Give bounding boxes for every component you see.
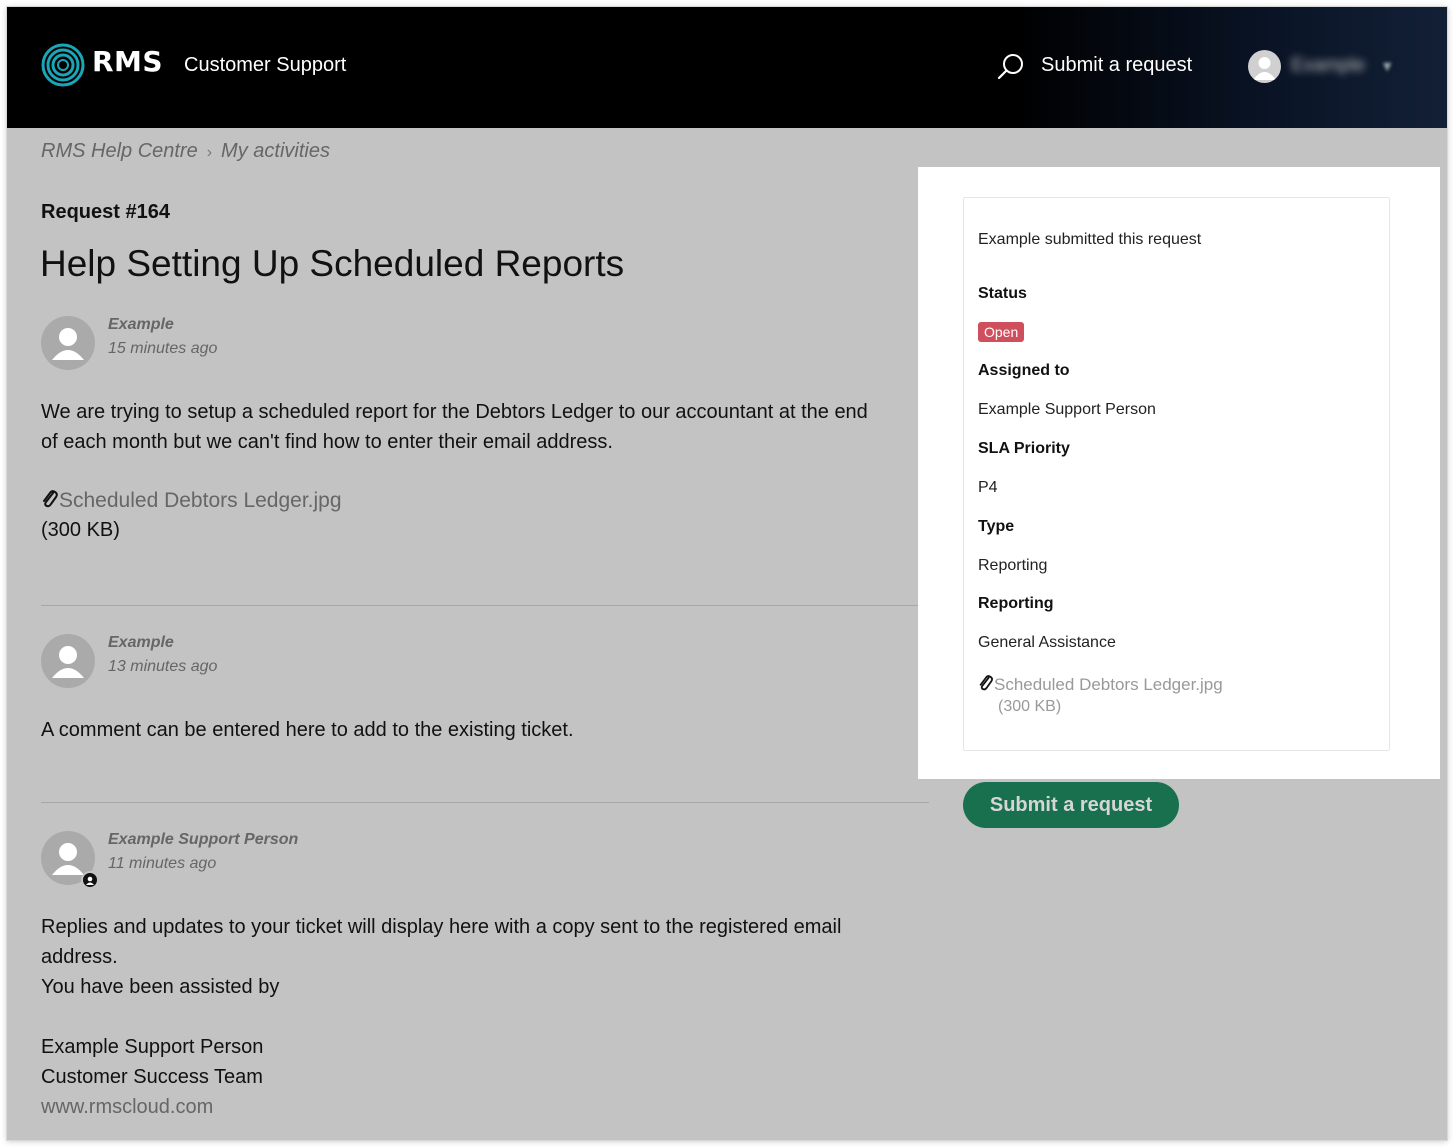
avatar — [41, 316, 95, 370]
comment-line: You have been assisted by — [41, 976, 280, 998]
site-header: RMS Customer Support Submit a request Ex… — [7, 7, 1447, 128]
attachment-size: (300 KB) — [41, 519, 120, 541]
avatar — [41, 634, 95, 688]
comment-line: of each month but we can't find how to e… — [41, 431, 613, 453]
agent-badge-icon — [81, 871, 99, 889]
page-frame: RMS Customer Support Submit a request Ex… — [7, 7, 1447, 1140]
comment-body: Replies and updates to your ticket will … — [41, 912, 941, 1122]
logo-text[interactable]: RMS — [92, 45, 163, 78]
sla-priority-value: P4 — [978, 479, 998, 496]
comment-time: 13 minutes ago — [108, 658, 218, 675]
breadcrumb: RMS Help Centre › My activities — [41, 140, 330, 163]
comment-body: A comment can be entered here to add to … — [41, 715, 941, 745]
comment-line: address. — [41, 946, 118, 968]
reporting-label: Reporting — [978, 595, 1054, 612]
comment-time: 11 minutes ago — [108, 855, 217, 872]
comment-line: Replies and updates to your ticket will … — [41, 916, 842, 938]
comment-item: Example Support Person 11 minutes ago Re… — [41, 831, 929, 1131]
chevron-down-icon[interactable]: ▼ — [1383, 60, 1391, 73]
site-subtitle[interactable]: Customer Support — [184, 54, 346, 77]
page-title: Help Setting Up Scheduled Reports — [40, 243, 625, 284]
comment-line-blank — [41, 1002, 941, 1032]
website-link[interactable]: www.rmscloud.com — [41, 1092, 941, 1122]
type-label: Type — [978, 518, 1015, 535]
nav-submit-request-link[interactable]: Submit a request — [1041, 54, 1192, 77]
status-badge: Open — [978, 322, 1025, 342]
request-details-panel: Example submitted this request Status Op… — [918, 167, 1440, 779]
rms-logo-icon[interactable] — [41, 43, 85, 87]
sidebar-attachment-name[interactable]: Scheduled Debtors Ledger.jpg — [994, 675, 1223, 694]
reporting-value: General Assistance — [978, 634, 1116, 651]
attachment-link[interactable]: Scheduled Debtors Ledger.jpg — [41, 489, 342, 513]
request-number: Request #164 — [41, 201, 170, 223]
user-avatar-icon[interactable] — [1248, 50, 1281, 83]
search-icon[interactable] — [997, 53, 1025, 81]
user-menu-name[interactable]: Example — [1291, 55, 1365, 77]
status-label: Status — [978, 285, 1027, 302]
attachment-name[interactable]: Scheduled Debtors Ledger.jpg — [59, 489, 342, 512]
comment-divider — [41, 802, 929, 803]
comment-line: Customer Success Team — [41, 1066, 263, 1088]
comment-divider — [41, 605, 929, 606]
paperclip-icon — [979, 675, 993, 691]
sidebar-attachment-link[interactable]: Scheduled Debtors Ledger.jpg — [978, 674, 1223, 695]
assigned-value: Example Support Person — [978, 401, 1156, 418]
comment-line: Example Support Person — [41, 1036, 264, 1058]
comment-item: Example 15 minutes ago We are trying to … — [41, 316, 929, 556]
comment-line: We are trying to setup a scheduled repor… — [41, 401, 868, 423]
comment-body: We are trying to setup a scheduled repor… — [41, 397, 941, 457]
breadcrumb-item-my-activities[interactable]: My activities — [221, 140, 330, 162]
comment-line: A comment can be entered here to add to … — [41, 719, 574, 741]
comment-time: 15 minutes ago — [108, 340, 218, 357]
sidebar-attachment-size: (300 KB) — [998, 698, 1062, 715]
breadcrumb-item-help-centre[interactable]: RMS Help Centre — [41, 140, 198, 162]
comment-author: Example Support Person — [108, 831, 299, 848]
type-value: Reporting — [978, 557, 1048, 574]
comment-item: Example 13 minutes ago A comment can be … — [41, 634, 929, 754]
paperclip-icon — [43, 490, 58, 508]
breadcrumb-separator: › — [206, 144, 213, 161]
request-details-card: Example submitted this request Status Op… — [963, 197, 1390, 751]
comment-author: Example — [108, 634, 174, 651]
sla-priority-label: SLA Priority — [978, 440, 1070, 457]
assigned-label: Assigned to — [978, 362, 1070, 379]
submit-request-button[interactable]: Submit a request — [963, 782, 1179, 828]
comment-author: Example — [108, 316, 174, 333]
submitted-by-text: Example submitted this request — [978, 231, 1202, 248]
